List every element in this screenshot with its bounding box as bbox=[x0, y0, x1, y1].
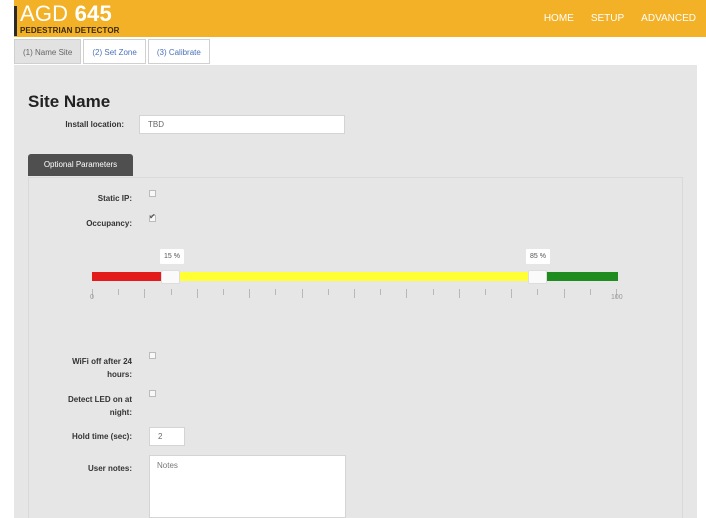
slider-track-high bbox=[542, 272, 618, 281]
slider-high-value: 85 % bbox=[526, 249, 550, 264]
slider-low-handle[interactable] bbox=[161, 270, 180, 284]
top-nav: HOME SETUP ADVANCED bbox=[544, 13, 696, 24]
install-location-field[interactable]: TBD bbox=[139, 115, 345, 134]
wizard-tabs: (1) Name Site (2) Set Zone (3) Calibrate bbox=[14, 39, 212, 64]
slider-tick bbox=[118, 289, 120, 295]
slider-min-label: 0 bbox=[90, 294, 94, 301]
slider-tick bbox=[170, 289, 172, 295]
app-window: AGD 645 PEDESTRIAN DETECTOR HOME SETUP A… bbox=[0, 0, 706, 518]
tab-set-zone[interactable]: (2) Set Zone bbox=[83, 39, 146, 64]
slider-tick bbox=[327, 289, 329, 295]
brand-subtitle: PEDESTRIAN DETECTOR bbox=[20, 26, 120, 35]
nav-setup[interactable]: SETUP bbox=[591, 13, 624, 24]
slider-tick bbox=[485, 289, 486, 295]
slider-tick bbox=[301, 289, 303, 298]
slider-track-low bbox=[92, 272, 167, 281]
brand-accent-bar bbox=[14, 6, 17, 36]
hold-time-label: Hold time (sec): bbox=[71, 432, 132, 441]
slider-tick bbox=[406, 289, 408, 298]
user-notes-field[interactable]: Notes bbox=[149, 455, 346, 518]
nav-home[interactable]: HOME bbox=[544, 13, 574, 24]
main-panel: Site Name Install location: TBD Optional… bbox=[14, 65, 697, 518]
header-bar: AGD 645 PEDESTRIAN DETECTOR HOME SETUP A… bbox=[0, 0, 706, 37]
slider-tick bbox=[275, 289, 277, 295]
optional-parameters-button[interactable]: Optional Parameters bbox=[28, 154, 133, 176]
static-ip-label: Static IP: bbox=[97, 194, 132, 203]
slider-tick bbox=[537, 289, 539, 295]
slider-tick bbox=[563, 289, 565, 298]
slider-tick bbox=[380, 289, 382, 295]
hold-time-field[interactable]: 2 bbox=[149, 427, 185, 446]
tab-calibrate[interactable]: (3) Calibrate bbox=[147, 39, 210, 64]
left-margin bbox=[0, 0, 14, 518]
slider-tick bbox=[432, 289, 434, 295]
slider-high-handle[interactable] bbox=[528, 270, 547, 284]
user-notes-label: User notes: bbox=[87, 464, 132, 473]
right-margin bbox=[697, 65, 706, 518]
page-title: Site Name bbox=[28, 92, 111, 111]
brand-logo: AGD 645 PEDESTRIAN DETECTOR bbox=[20, 3, 120, 36]
slider-tick bbox=[511, 289, 513, 298]
slider-track-mid bbox=[167, 272, 542, 281]
slider-tick bbox=[196, 289, 198, 298]
tab-name-site[interactable]: (1) Name Site bbox=[14, 39, 82, 64]
brand-title: AGD 645 bbox=[20, 3, 120, 25]
detect-led-checkbox[interactable] bbox=[149, 390, 156, 397]
slider-tick bbox=[223, 289, 224, 295]
wifi-off-checkbox[interactable] bbox=[149, 352, 156, 359]
brand-title-bold: 645 bbox=[74, 1, 112, 26]
slider-tick bbox=[458, 289, 460, 298]
occupancy-checkbox[interactable] bbox=[149, 212, 156, 222]
static-ip-checkbox[interactable] bbox=[149, 190, 156, 197]
slider-tick bbox=[249, 289, 251, 298]
slider-tick bbox=[144, 289, 146, 298]
occupancy-label: Occupancy: bbox=[86, 219, 132, 228]
brand-title-thin: AGD bbox=[20, 1, 75, 26]
slider-tick bbox=[589, 289, 591, 295]
wifi-off-label: WiFi off after 24 hours: bbox=[72, 357, 132, 379]
slider-tick bbox=[354, 289, 355, 298]
install-location-label: Install location: bbox=[65, 120, 124, 129]
slider-max-label: 100 bbox=[611, 294, 623, 301]
detect-led-label: Detect LED on at night: bbox=[67, 395, 132, 417]
slider-low-value: 15 % bbox=[160, 249, 184, 264]
nav-advanced[interactable]: ADVANCED bbox=[641, 13, 696, 24]
